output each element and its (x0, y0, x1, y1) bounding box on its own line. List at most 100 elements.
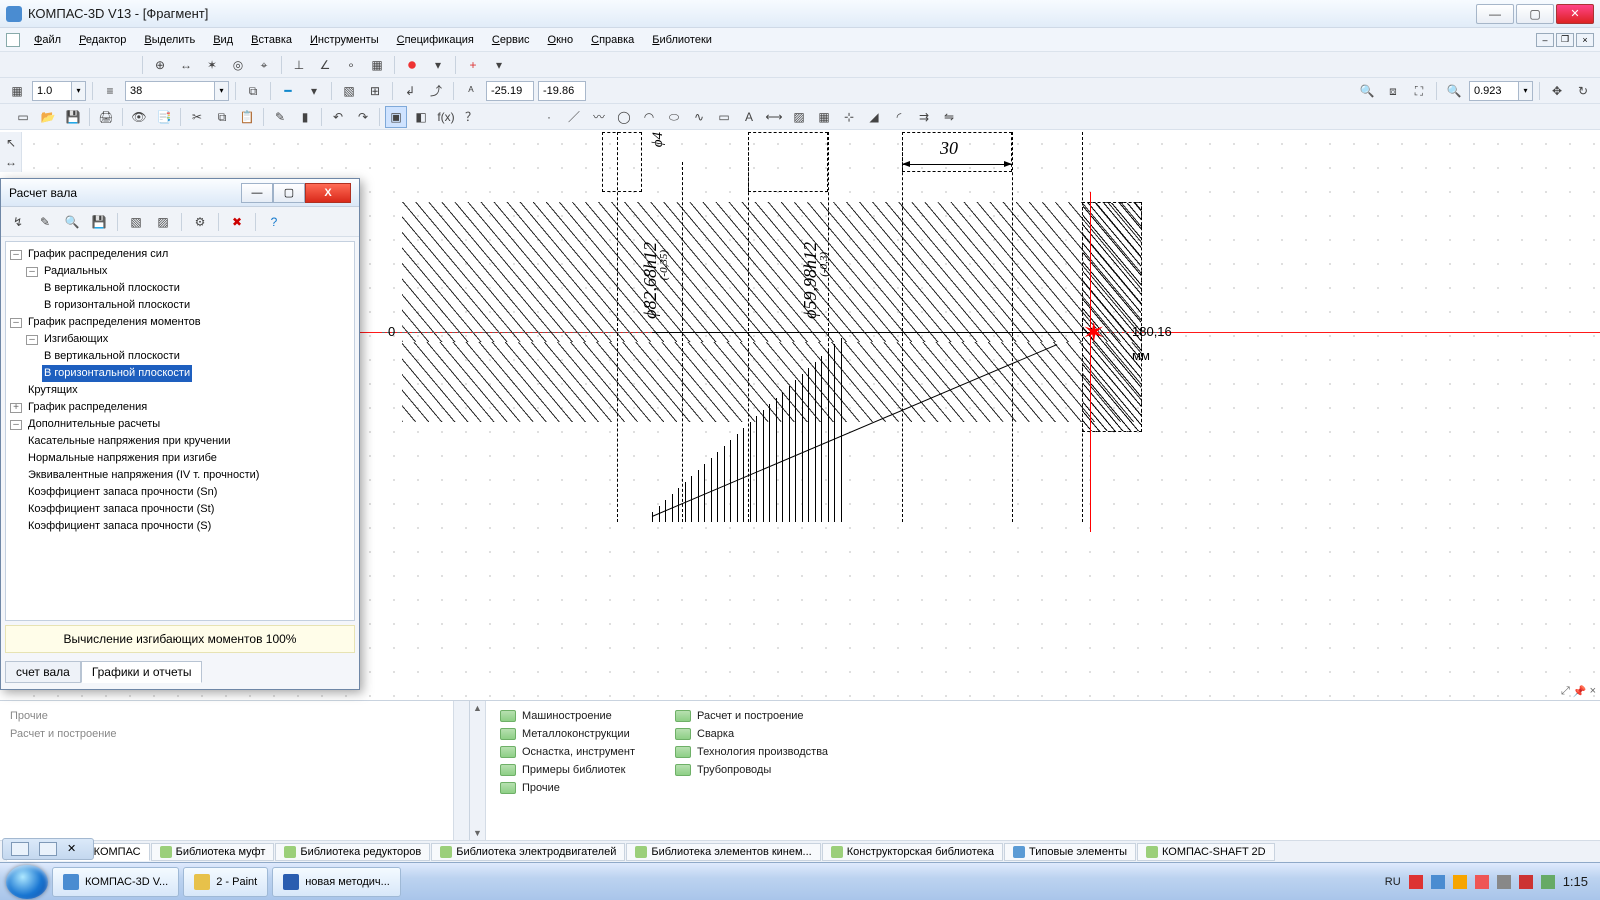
linestyle-dd-icon[interactable]: ▾ (303, 80, 325, 102)
delete-icon[interactable]: ▮ (294, 106, 316, 128)
task-item[interactable]: КОМПАС-3D V... (52, 867, 179, 897)
dialog-titlebar[interactable]: Расчет вала — ▢ X (1, 179, 359, 207)
menu-select[interactable]: Выделить (136, 32, 203, 48)
lib-item[interactable]: Трубопроводы (675, 763, 828, 777)
lineweight-combo[interactable]: ▾ (125, 81, 229, 101)
tree-node[interactable]: Дополнительные расчеты (26, 416, 162, 433)
tree-node[interactable]: Радиальных (42, 263, 109, 280)
scale-combo[interactable]: ▾ (32, 81, 86, 101)
help-icon[interactable]: ？ (460, 106, 482, 128)
table-icon[interactable]: ▦ (813, 106, 835, 128)
coord-x-input[interactable] (486, 81, 534, 101)
dropdown2-icon[interactable]: ▾ (488, 54, 510, 76)
tree-node[interactable]: Коэффициент запаса прочности (St) (26, 501, 216, 518)
task-item[interactable]: 2 - Paint (183, 867, 268, 897)
lib-item[interactable]: Расчет и построение (675, 709, 828, 723)
redo-icon[interactable]: ↷ (352, 106, 374, 128)
print-icon[interactable]: 🖨 (95, 106, 117, 128)
tree-node[interactable]: В вертикальной плоскости (42, 348, 182, 365)
tree-node[interactable]: Нормальные напряжения при изгибе (26, 450, 219, 467)
point-icon[interactable]: · (538, 106, 560, 128)
dlg-delete-icon[interactable]: ✖ (226, 211, 248, 233)
dialog-close[interactable]: X (305, 183, 351, 203)
preview-icon[interactable]: 👁 (128, 106, 150, 128)
hatch-icon[interactable]: ▧ (338, 80, 360, 102)
menu-spec[interactable]: Спецификация (389, 32, 482, 48)
mirror-icon[interactable]: ⇋ (938, 106, 960, 128)
tree-node[interactable]: В вертикальной плоскости (42, 280, 182, 297)
menu-libraries[interactable]: Библиотеки (644, 32, 720, 48)
lib-scrollbar[interactable]: ▲▼ (470, 701, 486, 840)
tray-net-icon[interactable] (1475, 875, 1489, 889)
cursor-tool-icon[interactable]: ↖ (2, 134, 20, 151)
line-icon[interactable]: ／ (563, 106, 585, 128)
tree-node[interactable]: В горизонтальной плоскости (42, 297, 192, 314)
local-cs-icon[interactable]: ↲ (399, 80, 421, 102)
minimize-button[interactable]: — (1476, 4, 1514, 24)
lib-item[interactable]: Технология производства (675, 745, 828, 759)
snap-near-icon[interactable]: ∘ (340, 54, 362, 76)
props-icon[interactable]: ✎ (269, 106, 291, 128)
polyline-icon[interactable]: 〰 (588, 106, 610, 128)
dlg-save-icon[interactable]: 💾 (88, 211, 110, 233)
close-button[interactable]: ✕ (1556, 4, 1594, 24)
dlg-zoom-icon[interactable]: 🔍 (61, 211, 83, 233)
scale-dropdown-icon[interactable]: ▾ (72, 81, 86, 101)
copy-icon[interactable]: ⧉ (211, 106, 233, 128)
arc-icon[interactable]: ◠ (638, 106, 660, 128)
lineweight-input[interactable] (125, 81, 215, 101)
save-icon[interactable]: 💾 (62, 106, 84, 128)
lib-tab[interactable]: Библиотека редукторов (275, 843, 430, 861)
mode1-icon[interactable]: ▣ (385, 106, 407, 128)
zoom-input[interactable] (1469, 81, 1519, 101)
zoom-prev-icon[interactable]: 🔍 (1443, 80, 1465, 102)
global-cs-icon[interactable]: ⤴ (425, 80, 447, 102)
lib-tab[interactable]: Библиотека электродвигателей (431, 843, 625, 861)
library-tree-pane[interactable]: Прочие Расчет и построение (0, 701, 470, 840)
dlg-chart1-icon[interactable]: ▧ (125, 211, 147, 233)
dropdown-icon[interactable]: ▾ (427, 54, 449, 76)
zoom-dropdown-icon[interactable]: ▾ (1519, 81, 1533, 101)
tree-node[interactable]: Крутящих (26, 382, 80, 399)
snap-angle-icon[interactable]: ∠ (314, 54, 336, 76)
tray-clock[interactable]: 1:15 (1563, 874, 1588, 889)
snap-plus-icon[interactable]: + (462, 54, 484, 76)
xy-icon[interactable]: ᴬ (460, 80, 482, 102)
tray-kb-icon[interactable] (1519, 875, 1533, 889)
paste-icon[interactable]: 📋 (236, 106, 258, 128)
menu-insert[interactable]: Вставка (243, 32, 300, 48)
zoom-in-icon[interactable]: 🔍 (1356, 80, 1378, 102)
tree-node[interactable]: Касательные напряжения при кручении (26, 433, 232, 450)
tray-win-icon[interactable] (1431, 875, 1445, 889)
fillet-icon[interactable]: ◜ (888, 106, 910, 128)
lib-tab[interactable]: Библиотека элементов кинем... (626, 843, 820, 861)
mdi-restore[interactable]: ❐ (1556, 33, 1574, 47)
lib-item[interactable]: Примеры библиотек (500, 763, 635, 777)
snap-midpoint-icon[interactable]: ↔ (175, 54, 197, 76)
tree-node[interactable]: График распределения моментов (26, 314, 203, 331)
lang-indicator[interactable]: RU (1385, 876, 1401, 888)
tree-node[interactable]: Изгибающих (42, 331, 110, 348)
linetype-icon[interactable]: ≡ (99, 80, 121, 102)
snap-center-icon[interactable]: ◎ (227, 54, 249, 76)
grid-toggle-icon[interactable]: ▦ (6, 80, 28, 102)
aero-thumb[interactable] (11, 842, 29, 856)
axis-icon[interactable]: ⊹ (838, 106, 860, 128)
redraw-icon[interactable]: ↻ (1572, 80, 1594, 102)
open-icon[interactable]: 📂 (37, 106, 59, 128)
peek-item-1[interactable]: Прочие (10, 707, 459, 725)
dlg-gear-icon[interactable]: ⚙ (189, 211, 211, 233)
hatch2-icon[interactable]: ▨ (788, 106, 810, 128)
snap-grid-icon[interactable]: ▦ (366, 54, 388, 76)
menu-editor[interactable]: Редактор (71, 32, 134, 48)
lib-item[interactable]: Прочие (500, 781, 635, 795)
aero-switcher[interactable]: ✕ (2, 838, 94, 860)
lineweight-dropdown-icon[interactable]: ▾ (215, 81, 229, 101)
undo-icon[interactable]: ↶ (327, 106, 349, 128)
dialog-tab[interactable]: счет вала (5, 661, 81, 683)
dim-icon[interactable]: ⟷ (763, 106, 785, 128)
tree-node[interactable]: График распределения (26, 399, 149, 416)
dialog-minimize[interactable]: — (241, 183, 273, 203)
dlg-run-icon[interactable]: ↯ (7, 211, 29, 233)
snap-intersection-icon[interactable]: ✶ (201, 54, 223, 76)
